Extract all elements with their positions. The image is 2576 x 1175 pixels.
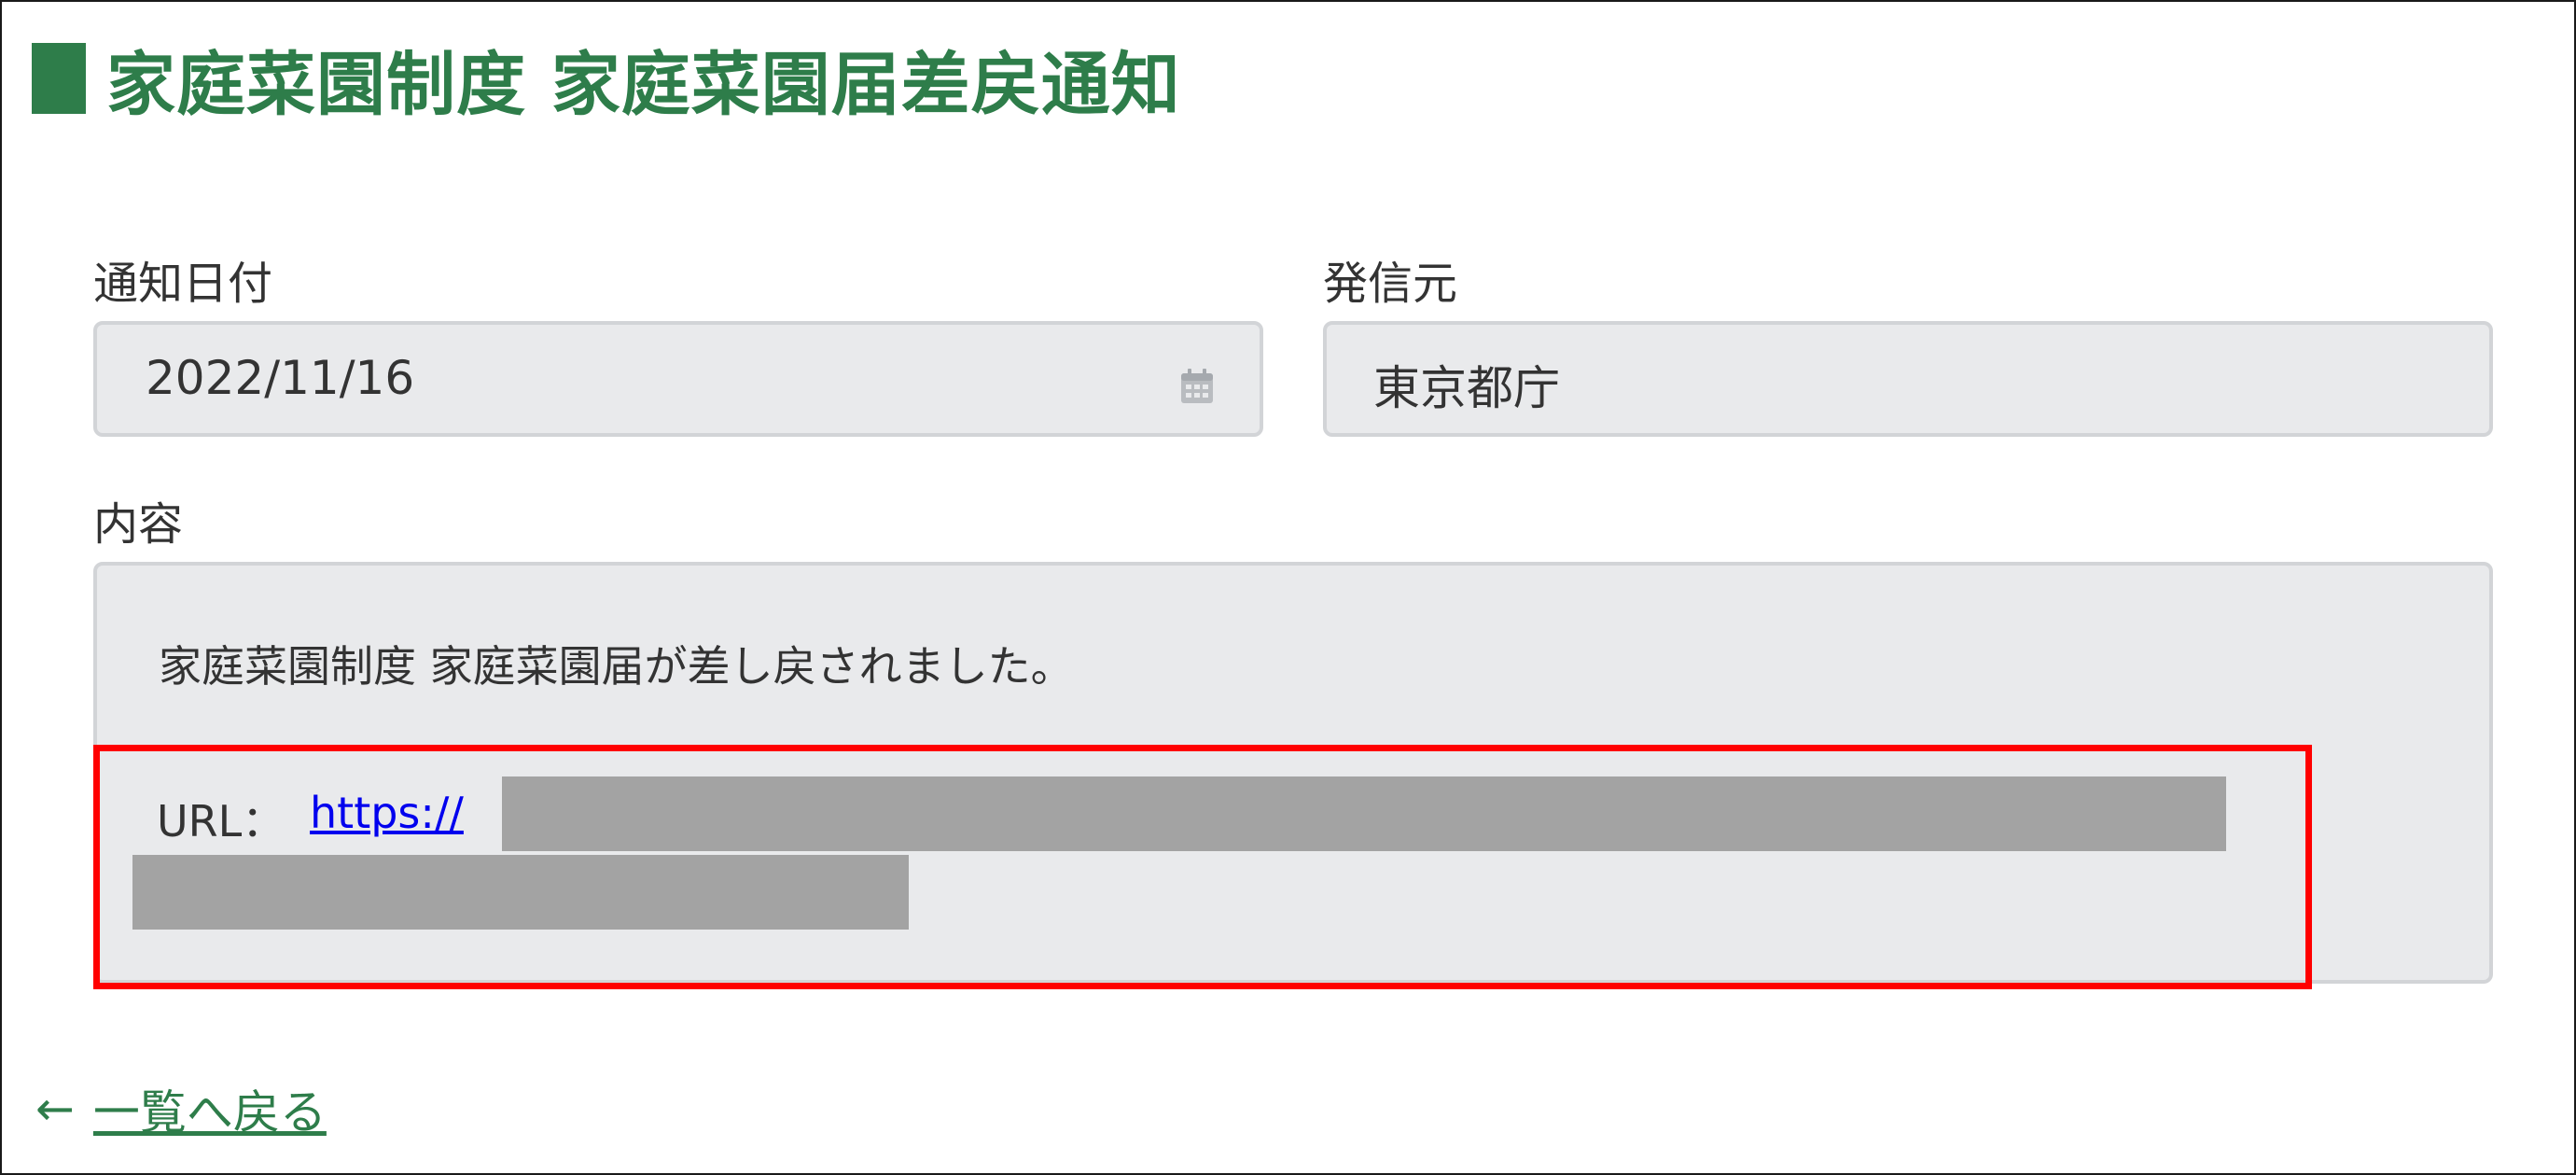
sender-field[interactable]: 東京都庁	[1323, 321, 2493, 437]
date-value: 2022/11/16	[146, 351, 415, 405]
title-marker	[32, 43, 86, 114]
sender-value: 東京都庁	[1373, 361, 1560, 415]
calendar-icon[interactable]	[1179, 368, 1215, 405]
url-highlight-box	[93, 745, 2312, 989]
arrow-left-icon: ←	[35, 1082, 75, 1136]
content-label: 内容	[93, 498, 184, 551]
notification-page: 家庭菜園制度 家庭菜園届差戻通知 通知日付 2022/11/16 発信元 東京都…	[0, 0, 2576, 1175]
page-header: 家庭菜園制度 家庭菜園届差戻通知	[32, 39, 1181, 125]
back-to-list-link[interactable]: ← 一覧へ戻る	[35, 1075, 327, 1142]
date-label: 通知日付	[93, 258, 273, 310]
page-title: 家庭菜園制度 家庭菜園届差戻通知	[106, 44, 1181, 125]
date-field[interactable]: 2022/11/16	[93, 321, 1263, 437]
content-message: 家庭菜園制度 家庭菜園届が差し戻されました。	[159, 641, 1074, 692]
back-to-list-label: 一覧へ戻る	[92, 1085, 327, 1140]
sender-label: 発信元	[1323, 258, 1458, 310]
